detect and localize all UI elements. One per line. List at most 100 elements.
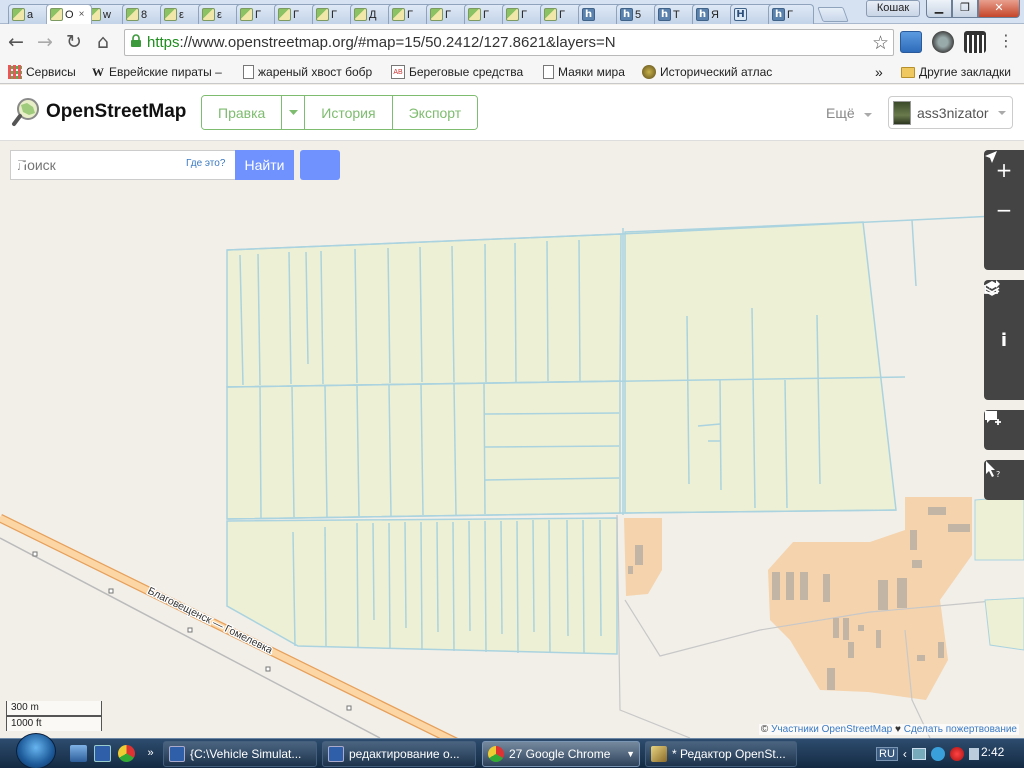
- bookmark-wikipedia[interactable]: W Еврейские пираты –: [91, 63, 222, 81]
- language-indicator[interactable]: RU: [876, 747, 898, 761]
- bookmark-label: Исторический атлас: [660, 65, 773, 79]
- start-button[interactable]: [16, 733, 56, 768]
- taskbar-item-chrome[interactable]: 27 Google Chrome ▼: [482, 741, 640, 767]
- map-attribution: © Участники OpenStreetMap ♥ Сделать поже…: [758, 724, 1019, 735]
- osm-favicon-icon: [202, 8, 215, 21]
- tab-label: Г: [255, 8, 261, 21]
- bookmark-lighthouses[interactable]: Маяки мира: [543, 63, 625, 81]
- map-canvas[interactable]: Благовещенск — Гомелевка Где это? Найти: [0, 141, 1024, 738]
- tab-label: а: [27, 8, 34, 21]
- home-icon[interactable]: ⌂: [92, 30, 114, 54]
- extension-calendar-icon[interactable]: [900, 31, 922, 53]
- address-bar[interactable]: https://www.openstreetmap.org/#map=15/50…: [124, 29, 894, 56]
- chevron-down-icon: ▼: [626, 749, 635, 759]
- bookmark-beaver[interactable]: жареный хвост бобр: [243, 63, 372, 81]
- maximize-button[interactable]: ❐: [952, 0, 978, 18]
- osm-logo[interactable]: OpenStreetMap: [11, 97, 186, 127]
- more-label: Ещё: [826, 105, 855, 121]
- more-menu[interactable]: Ещё: [826, 105, 872, 121]
- osm-favicon-icon: [506, 8, 519, 21]
- other-bookmarks-folder[interactable]: Другие закладки: [901, 63, 1011, 81]
- volume-icon[interactable]: [968, 748, 979, 760]
- forward-icon[interactable]: →: [34, 30, 56, 54]
- extension-museum-icon[interactable]: [964, 31, 986, 53]
- chrome-quick-icon[interactable]: [118, 745, 135, 762]
- taskbar-item[interactable]: * Редактор OpenSt...: [645, 741, 797, 767]
- tab-label: Г: [521, 8, 527, 21]
- show-desktop-icon[interactable]: [70, 745, 87, 762]
- browser-menu-icon[interactable]: ⋮: [996, 31, 1016, 53]
- edit-button[interactable]: Правка: [202, 96, 283, 129]
- residential-areas: [624, 497, 972, 700]
- bookmark-apps[interactable]: Сервисы: [8, 63, 76, 81]
- close-window-button[interactable]: ✕: [978, 0, 1020, 18]
- bookmark-coastal[interactable]: AB Береговые средства: [391, 63, 523, 81]
- osm-favicon-icon: [544, 8, 557, 21]
- tab-label: 8: [141, 8, 148, 21]
- osm-favicon-icon: [316, 8, 329, 21]
- h-favicon-icon: h: [772, 8, 785, 21]
- editor-icon: [651, 746, 667, 762]
- telegram-icon[interactable]: [930, 747, 945, 761]
- tab-label: Я: [711, 8, 719, 21]
- minimize-button[interactable]: ▁: [926, 0, 952, 18]
- heart-icon: ♥: [892, 724, 904, 735]
- user-menu[interactable]: ass3nizator: [888, 96, 1013, 129]
- info-icon[interactable]: i: [984, 320, 1024, 360]
- locate-icon[interactable]: [984, 151, 1024, 270]
- reload-icon[interactable]: ↻: [63, 30, 85, 54]
- tab-label: ε: [217, 8, 222, 21]
- contributors-link[interactable]: Участники OpenStreetMap: [771, 724, 892, 735]
- bookmarks-overflow-icon[interactable]: »: [875, 63, 883, 81]
- document-icon: [328, 746, 344, 762]
- where-am-i-link[interactable]: Где это?: [186, 158, 225, 169]
- browser-tab-active[interactable]: О ×: [46, 4, 92, 24]
- bookmark-label: жареный хвост бобр: [258, 65, 373, 79]
- farmland-e: [624, 221, 897, 514]
- tray-expand-icon[interactable]: ‹: [903, 747, 907, 761]
- quicklaunch-overflow-icon[interactable]: »: [142, 745, 159, 762]
- url-text: https://www.openstreetmap.org/#map=15/50…: [147, 34, 616, 51]
- profile-button[interactable]: Кошак: [866, 0, 920, 17]
- query-control: ?: [984, 460, 1024, 500]
- network-icon[interactable]: [911, 748, 926, 760]
- query-icon[interactable]: ?: [984, 460, 1024, 500]
- h-favicon-icon: h: [582, 8, 595, 21]
- bookmark-atlas[interactable]: Исторический атлас: [642, 63, 772, 81]
- taskbar-item[interactable]: редактирование о...: [322, 741, 476, 767]
- osm-magnifier-logo-icon: [12, 98, 39, 126]
- map-tiles: Благовещенск — Гомелевка: [0, 214, 1024, 738]
- bookmark-label: Еврейские пираты –: [109, 65, 222, 79]
- atlas-icon: [642, 65, 656, 79]
- export-button[interactable]: Экспорт: [392, 96, 478, 129]
- document-icon: [169, 746, 185, 762]
- browser-tab[interactable]: hГ: [768, 4, 814, 24]
- tab-label: Г: [787, 8, 793, 21]
- share-icon[interactable]: [984, 280, 1024, 400]
- back-icon[interactable]: ←: [5, 30, 27, 54]
- history-button[interactable]: История: [305, 96, 393, 129]
- chevron-down-icon: [288, 109, 298, 115]
- residential-village: [768, 497, 972, 700]
- antivirus-icon[interactable]: [949, 747, 964, 761]
- extension-globe-icon[interactable]: [932, 31, 954, 53]
- donate-link[interactable]: Сделать пожертвование: [904, 724, 1017, 735]
- h-white-favicon-icon: H: [734, 8, 747, 21]
- note-icon[interactable]: [984, 410, 1024, 450]
- farmland-nw: [226, 233, 622, 388]
- tab-close-icon[interactable]: ×: [79, 9, 85, 20]
- directions-button[interactable]: [11, 150, 340, 180]
- zoom-out-icon[interactable]: −: [984, 190, 1024, 230]
- clock[interactable]: 2:42: [981, 745, 1004, 759]
- h-favicon-icon: h: [696, 8, 709, 21]
- edit-dropdown-button[interactable]: [282, 96, 306, 129]
- folder-icon: [901, 66, 915, 78]
- new-tab-button[interactable]: [817, 7, 849, 22]
- word-quick-icon[interactable]: [94, 745, 111, 762]
- bookmark-star-icon[interactable]: ☆: [872, 32, 889, 55]
- directions-icon: [11, 151, 31, 169]
- bookmark-label: Береговые средства: [409, 65, 524, 79]
- tab-label: Д: [369, 8, 377, 21]
- taskbar-item[interactable]: {C:\Vehicle Simulat...: [163, 741, 317, 767]
- search-button[interactable]: Найти: [235, 150, 294, 180]
